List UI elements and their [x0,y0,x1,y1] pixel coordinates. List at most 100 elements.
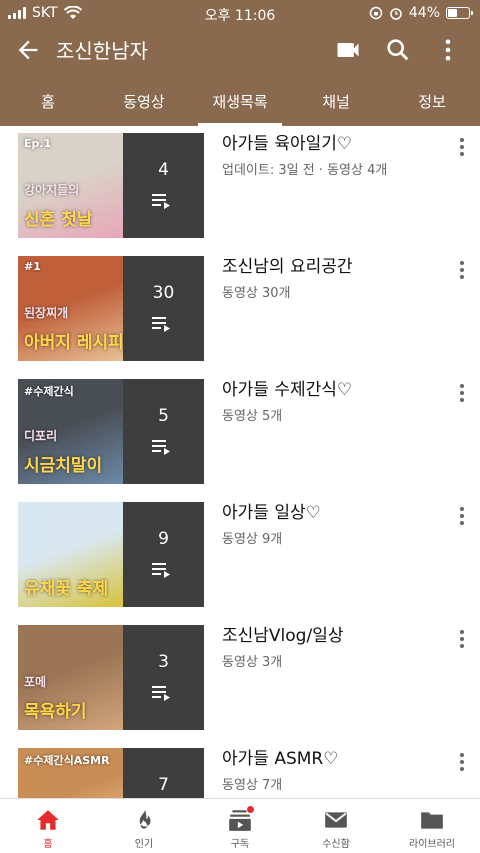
camera-icon[interactable] [334,36,362,64]
playlist-meta: 동영상 5개 [222,409,283,424]
flame-icon [139,809,151,829]
search-icon[interactable] [384,36,412,64]
thumbnail-caption: 디포리 [24,429,58,443]
thumbnail-headline: 목욕하기 [24,702,87,722]
video-count: 9 [158,529,169,549]
playlist-title: 조신남의 요리공간 [222,257,353,277]
playlist-row[interactable]: #1 된장찌개 아버지 레시피 30 조신남의 요리공간 동영상 30개 [0,249,480,372]
playlist-thumbnail[interactable]: #수제간식 디포리 시금치말이 5 [18,379,204,484]
more-vert-icon[interactable] [434,36,462,64]
tab-playlists[interactable]: 재생목록 [192,83,288,126]
battery-percent: 44% [408,5,440,21]
playlist-meta: 동영상 7개 [222,778,283,793]
nav-subscriptions[interactable]: 구독 [192,799,288,853]
playlist-count-overlay: 5 [123,379,204,484]
nav-inbox-label: 수신함 [322,839,350,850]
tab-about[interactable]: 정보 [384,83,480,126]
nav-trending-label: 인기 [134,839,154,850]
tab-channels[interactable]: 채널 [288,83,384,126]
nav-inbox[interactable]: 수신함 [288,799,384,853]
notification-dot [246,805,255,814]
tab-home[interactable]: 홈 [0,83,96,126]
playlist-icon [152,563,170,578]
nav-library[interactable]: 라이브러리 [384,799,480,853]
playlist-thumbnail[interactable]: #수제간식ASMR 7 [18,748,204,798]
video-count: 3 [158,652,169,672]
back-arrow-icon[interactable] [14,36,42,64]
video-count: 30 [152,283,175,303]
nav-subscriptions-label: 구독 [230,839,250,850]
playlist-title: 아가들 ASMR♡ [222,749,339,769]
thumbnail-tag: #수제간식ASMR [24,754,110,767]
playlist-title: 아가들 일상♡ [222,503,321,523]
thumbnail-headline: 유채꽃 축제 [24,579,109,599]
playlist-count-overlay: 3 [123,625,204,730]
thumbnail-caption: 포메 [24,675,47,689]
playlist-count-overlay: 9 [123,502,204,607]
video-count: 4 [158,160,169,180]
playlist-info[interactable]: 아가들 수제간식♡ 동영상 5개 [222,379,442,424]
thumbnail-headline: 아버지 레시피 [24,333,124,353]
alarm-icon [390,8,402,20]
playlist-title: 조신남Vlog/일상 [222,626,344,646]
playlist-list: Ep.1 강아지들의 신혼 첫날 4 아가들 육아일기♡ 업데이트: 3일 전 … [0,126,480,798]
playlist-icon [152,686,170,701]
more-vert-icon[interactable] [458,384,466,404]
thumbnail-tag: #1 [24,260,41,273]
playlist-info[interactable]: 아가들 일상♡ 동영상 9개 [222,502,442,547]
playlist-title: 아가들 수제간식♡ [222,380,353,400]
nav-library-label: 라이브러리 [409,839,455,850]
more-vert-icon[interactable] [458,138,466,158]
status-bar: SKT 오후 11:06 44% [0,0,480,28]
app-bar: 조신한남자 홈 동영상 재생목록 채널 정보 [0,28,480,126]
playlist-icon [152,317,170,332]
playlist-meta: 동영상 3개 [222,655,283,670]
tab-videos[interactable]: 동영상 [96,83,192,126]
playlist-thumbnail[interactable]: #1 된장찌개 아버지 레시피 30 [18,256,204,361]
playlist-icon [152,440,170,455]
thumbnail-caption: 강아지들의 [24,183,80,197]
playlist-count-overlay: 4 [123,133,204,238]
inbox-icon [325,812,347,828]
playlist-info[interactable]: 조신남의 요리공간 동영상 30개 [222,256,442,301]
more-vert-icon[interactable] [458,261,466,281]
playlist-row[interactable]: #수제간식 디포리 시금치말이 5 아가들 수제간식♡ 동영상 5개 [0,372,480,495]
playlist-thumbnail[interactable]: Ep.1 강아지들의 신혼 첫날 4 [18,133,204,238]
playlist-count-overlay: 7 [123,748,204,798]
playlist-thumbnail[interactable]: 유채꽃 축제 9 [18,502,204,607]
playlist-icon [152,194,170,209]
playlist-info[interactable]: 아가들 ASMR♡ 동영상 7개 [222,748,442,793]
thumbnail-headline: 시금치말이 [24,456,103,476]
playlist-row[interactable]: #수제간식ASMR 7 아가들 ASMR♡ 동영상 7개 [0,741,480,798]
bottom-nav: 홈 인기 구독 수신함 라이브러리 [0,798,480,853]
thumbnail-tag: Ep.1 [24,137,52,150]
playlist-info[interactable]: 조신남Vlog/일상 동영상 3개 [222,625,442,670]
playlist-meta: 동영상 9개 [222,532,283,547]
home-icon [37,810,59,830]
library-icon [421,812,443,829]
thumbnail-tag: #수제간식 [24,385,74,398]
more-vert-icon[interactable] [458,630,466,650]
thumbnail-headline: 신혼 첫날 [24,210,93,230]
nav-home[interactable]: 홈 [0,799,96,853]
thumbnail-caption: 된장찌개 [24,306,69,320]
playlist-row[interactable]: 유채꽃 축제 9 아가들 일상♡ 동영상 9개 [0,495,480,618]
playlist-count-overlay: 30 [123,256,204,361]
playlist-row[interactable]: Ep.1 강아지들의 신혼 첫날 4 아가들 육아일기♡ 업데이트: 3일 전 … [0,126,480,249]
battery-icon [446,7,473,19]
playlist-row[interactable]: 포메 목욕하기 3 조신남Vlog/일상 동영상 3개 [0,618,480,741]
channel-tabs: 홈 동영상 재생목록 채널 정보 [0,83,480,126]
playlist-meta: 업데이트: 3일 전 · 동영상 4개 [222,163,388,178]
video-count: 7 [158,775,169,795]
more-vert-icon[interactable] [458,507,466,527]
video-count: 5 [158,406,169,426]
playlist-thumbnail[interactable]: 포메 목욕하기 3 [18,625,204,730]
playlist-info[interactable]: 아가들 육아일기♡ 업데이트: 3일 전 · 동영상 4개 [222,133,442,178]
subscriptions-icon [227,805,255,833]
more-vert-icon[interactable] [458,753,466,773]
playlist-meta: 동영상 30개 [222,286,291,301]
nav-home-label: 홈 [43,839,53,850]
nav-trending[interactable]: 인기 [96,799,192,853]
rotation-lock-icon [369,6,383,20]
page-title: 조신한남자 [56,39,148,63]
